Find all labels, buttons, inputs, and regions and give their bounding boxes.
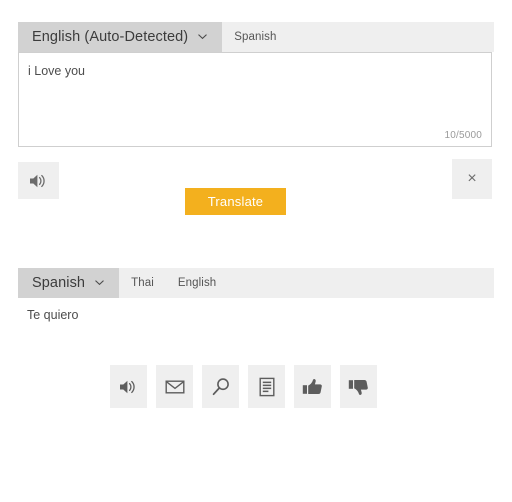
email-translation-button[interactable]: [156, 365, 193, 408]
source-language-option-spanish[interactable]: Spanish: [222, 22, 289, 52]
thumbs-up-button[interactable]: [294, 365, 331, 408]
source-language-label: English (Auto-Detected): [32, 29, 189, 45]
speaker-icon: [119, 380, 135, 393]
source-language-bar: English (Auto-Detected) Spanish: [18, 22, 494, 52]
source-text-value[interactable]: i Love you: [28, 63, 85, 79]
source-language-option-label: Spanish: [234, 31, 277, 43]
translate-button[interactable]: Translate: [185, 188, 286, 215]
character-counter: 10/5000: [444, 130, 482, 141]
search-translation-button[interactable]: [202, 365, 239, 408]
result-action-toolbar: [110, 365, 377, 408]
copy-icon: [259, 377, 275, 396]
target-language-option-thai[interactable]: Thai: [119, 268, 166, 298]
listen-result-button[interactable]: [110, 365, 147, 408]
listen-source-button[interactable]: [18, 162, 59, 199]
target-language-option-english[interactable]: English: [165, 268, 229, 298]
copy-translation-button[interactable]: [248, 365, 285, 408]
email-icon: [165, 380, 185, 394]
target-language-label: Spanish: [32, 275, 86, 291]
thumbs-up-icon: [302, 378, 322, 394]
thumbs-down-button[interactable]: [340, 365, 377, 408]
clear-text-button[interactable]: ×: [452, 159, 492, 199]
thumbs-down-icon: [348, 379, 368, 395]
chevron-down-icon[interactable]: [94, 277, 105, 288]
source-textarea[interactable]: i Love you 10/5000: [18, 52, 492, 147]
translation-result-text: Te quiero: [27, 308, 79, 322]
chevron-down-icon[interactable]: [197, 31, 208, 42]
search-icon: [212, 377, 229, 395]
speaker-icon: [29, 174, 45, 187]
target-language-selector[interactable]: Spanish: [18, 268, 120, 298]
target-language-option-label: English: [177, 277, 217, 289]
target-language-bar: Spanish Thai English: [18, 268, 494, 298]
close-icon: ×: [467, 170, 477, 187]
source-language-selector[interactable]: English (Auto-Detected): [18, 22, 223, 52]
target-language-option-label: Thai: [131, 277, 154, 289]
